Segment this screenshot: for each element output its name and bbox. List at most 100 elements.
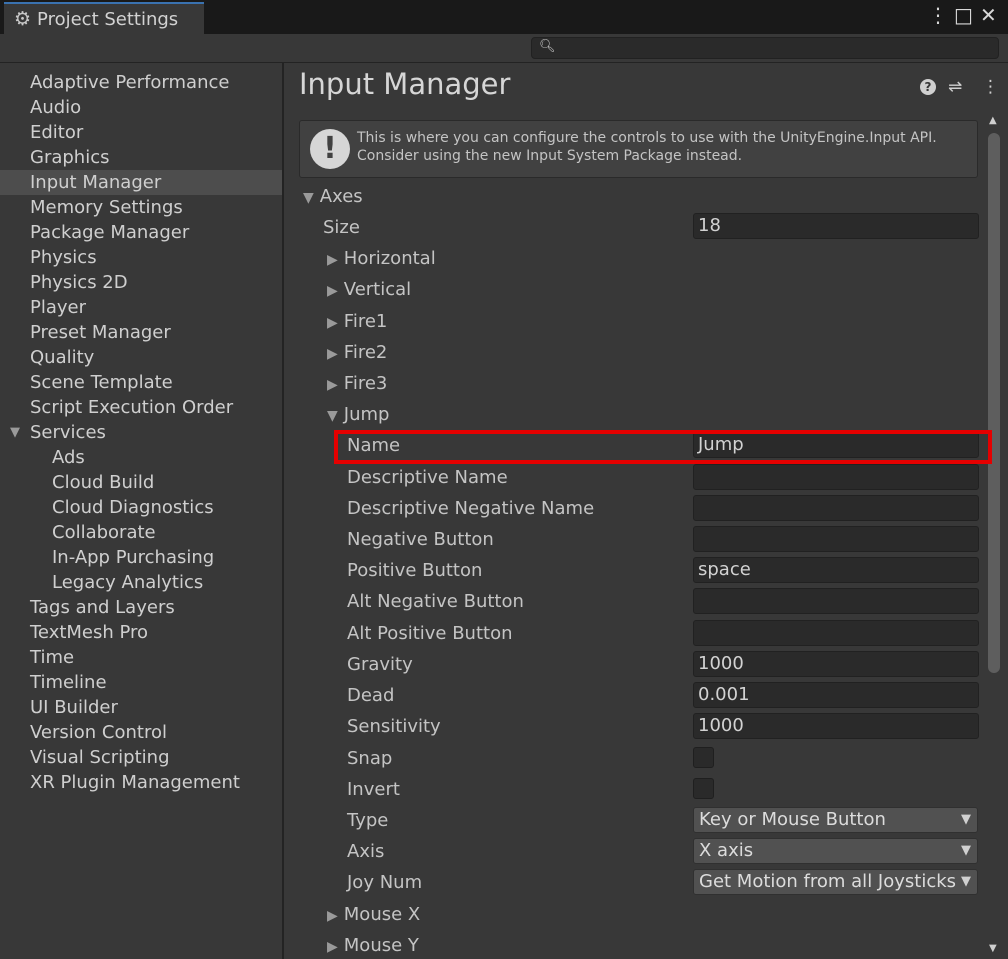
sidebar-item-visual-scripting[interactable]: Visual Scripting [0, 745, 282, 770]
positive-button-label: Positive Button [347, 560, 483, 581]
scrollbar-thumb[interactable] [988, 133, 1000, 673]
sidebar-item-audio[interactable]: Audio [0, 95, 282, 120]
axis-foldout-mouse-x[interactable]: ▶ Mouse X [327, 904, 420, 925]
sidebar-item-preset-manager[interactable]: Preset Manager [0, 320, 282, 345]
type-label: Type [347, 810, 389, 831]
expand-arrow-icon[interactable]: ▼ [10, 420, 20, 445]
joy-num-value: Get Motion from all Joysticks [699, 871, 957, 892]
info-helpbox: ! This is where you can configure the co… [299, 120, 978, 178]
title-bar: ⚙ Project Settings ⋮ □ ✕ [0, 0, 1008, 34]
negative-button-label: Negative Button [347, 529, 494, 550]
sidebar-item-physics[interactable]: Physics [0, 245, 282, 270]
sidebar-item-ads[interactable]: Ads [0, 445, 282, 470]
joy-num-label: Joy Num [347, 872, 423, 893]
sidebar-item-version-control[interactable]: Version Control [0, 720, 282, 745]
sidebar-item-editor[interactable]: Editor [0, 120, 282, 145]
descriptive-name-label: Descriptive Name [347, 467, 508, 488]
window-tab[interactable]: ⚙ Project Settings [4, 2, 204, 34]
axis-value: X axis [699, 840, 754, 861]
collapse-arrow-icon: ▶ [327, 939, 338, 955]
sidebar-item-ui-builder[interactable]: UI Builder [0, 695, 282, 720]
sensitivity-label: Sensitivity [347, 716, 441, 737]
sidebar-item-physics-2d[interactable]: Physics 2D [0, 270, 282, 295]
axis-foldout-horizontal[interactable]: ▶ Horizontal [327, 248, 436, 269]
expand-arrow-icon: ▼ [303, 190, 314, 206]
snap-checkbox[interactable] [693, 747, 714, 768]
gravity-field[interactable]: 1000 [693, 651, 979, 677]
inspector-pane: Input Manager ? ⇌ ⋮ ! This is where you … [284, 63, 1008, 959]
joy-num-dropdown[interactable]: Get Motion from all Joysticks ▼ [693, 869, 978, 895]
sidebar-item-xr-plugin-management[interactable]: XR Plugin Management [0, 770, 282, 795]
axis-foldout-fire3[interactable]: ▶ Fire3 [327, 373, 387, 394]
axes-foldout[interactable]: ▼ Axes [303, 186, 363, 207]
window-menu-icon[interactable]: ⋮ [928, 4, 948, 26]
descriptive-negative-name-label: Descriptive Negative Name [347, 498, 595, 519]
settings-toolbar: 🔍︎ [0, 34, 1008, 63]
collapse-arrow-icon: ▶ [327, 346, 338, 362]
descriptive-negative-name-field[interactable] [693, 495, 979, 521]
search-icon: 🔍︎ [539, 39, 556, 54]
type-value: Key or Mouse Button [699, 809, 886, 830]
sidebar-item-adaptive-performance[interactable]: Adaptive Performance [0, 70, 282, 95]
sidebar-item-timeline[interactable]: Timeline [0, 670, 282, 695]
alt-negative-button-field[interactable] [693, 588, 979, 614]
dropdown-arrow-icon: ▼ [961, 812, 971, 827]
info-message: This is where you can configure the cont… [357, 130, 937, 164]
collapse-arrow-icon: ▶ [327, 908, 338, 924]
sidebar-item-tags-and-layers[interactable]: Tags and Layers [0, 595, 282, 620]
axis-foldout-fire1[interactable]: ▶ Fire1 [327, 311, 387, 332]
sidebar-item-memory-settings[interactable]: Memory Settings [0, 195, 282, 220]
alt-positive-button-field[interactable] [693, 620, 979, 646]
sidebar-item-cloud-build[interactable]: Cloud Build [0, 470, 282, 495]
preset-icon[interactable]: ⇌ [948, 77, 962, 97]
axis-foldout-mouse-y[interactable]: ▶ Mouse Y [327, 935, 419, 956]
size-field[interactable]: 18 [693, 213, 979, 239]
axis-foldout-vertical[interactable]: ▶ Vertical [327, 279, 411, 300]
dead-field[interactable]: 0.001 [693, 682, 979, 708]
scroll-down-arrow-icon[interactable]: ▼ [989, 943, 997, 954]
page-title: Input Manager [299, 67, 511, 101]
size-label: Size [323, 217, 360, 238]
scroll-up-arrow-icon[interactable]: ▲ [989, 115, 997, 126]
axis-foldout-jump[interactable]: ▼ Jump [327, 404, 389, 425]
sidebar-item-time[interactable]: Time [0, 645, 282, 670]
sidebar-item-scene-template[interactable]: Scene Template [0, 370, 282, 395]
axis-dropdown[interactable]: X axis ▼ [693, 838, 978, 864]
positive-button-field[interactable]: space [693, 557, 979, 583]
maximize-icon[interactable]: □ [954, 4, 973, 26]
sidebar-item-graphics[interactable]: Graphics [0, 145, 282, 170]
alt-negative-button-label: Alt Negative Button [347, 591, 524, 612]
snap-label: Snap [347, 748, 393, 769]
sidebar-item-quality[interactable]: Quality [0, 345, 282, 370]
sidebar-item-cloud-diagnostics[interactable]: Cloud Diagnostics [0, 495, 282, 520]
close-icon[interactable]: ✕ [980, 4, 997, 26]
search-input[interactable]: 🔍︎ [531, 37, 999, 59]
menu-icon[interactable]: ⋮ [982, 77, 999, 97]
invert-label: Invert [347, 779, 400, 800]
sidebar-item-textmesh-pro[interactable]: TextMesh Pro [0, 620, 282, 645]
sidebar-item-in-app-purchasing[interactable]: In-App Purchasing [0, 545, 282, 570]
gear-icon: ⚙ [14, 8, 32, 30]
help-icon[interactable]: ? [920, 79, 936, 95]
collapse-arrow-icon: ▶ [327, 283, 338, 299]
settings-sidebar: Adaptive Performance Audio Editor Graphi… [0, 63, 282, 959]
sidebar-item-legacy-analytics[interactable]: Legacy Analytics [0, 570, 282, 595]
axis-label: Axis [347, 841, 385, 862]
gravity-label: Gravity [347, 654, 413, 675]
sidebar-item-player[interactable]: Player [0, 295, 282, 320]
sidebar-item-input-manager[interactable]: Input Manager [0, 170, 282, 195]
sensitivity-field[interactable]: 1000 [693, 713, 979, 739]
negative-button-field[interactable] [693, 526, 979, 552]
sidebar-item-package-manager[interactable]: Package Manager [0, 220, 282, 245]
dropdown-arrow-icon: ▼ [961, 874, 971, 889]
invert-checkbox[interactable] [693, 778, 714, 799]
window-title: Project Settings [37, 8, 179, 30]
descriptive-name-field[interactable] [693, 464, 979, 490]
type-dropdown[interactable]: Key or Mouse Button ▼ [693, 807, 978, 833]
sidebar-item-script-execution-order[interactable]: Script Execution Order [0, 395, 282, 420]
axis-foldout-fire2[interactable]: ▶ Fire2 [327, 342, 387, 363]
sidebar-item-collaborate[interactable]: Collaborate [0, 520, 282, 545]
sidebar-item-services[interactable]: ▼ Services [0, 420, 282, 445]
dropdown-arrow-icon: ▼ [961, 843, 971, 858]
alt-positive-button-label: Alt Positive Button [347, 623, 513, 644]
